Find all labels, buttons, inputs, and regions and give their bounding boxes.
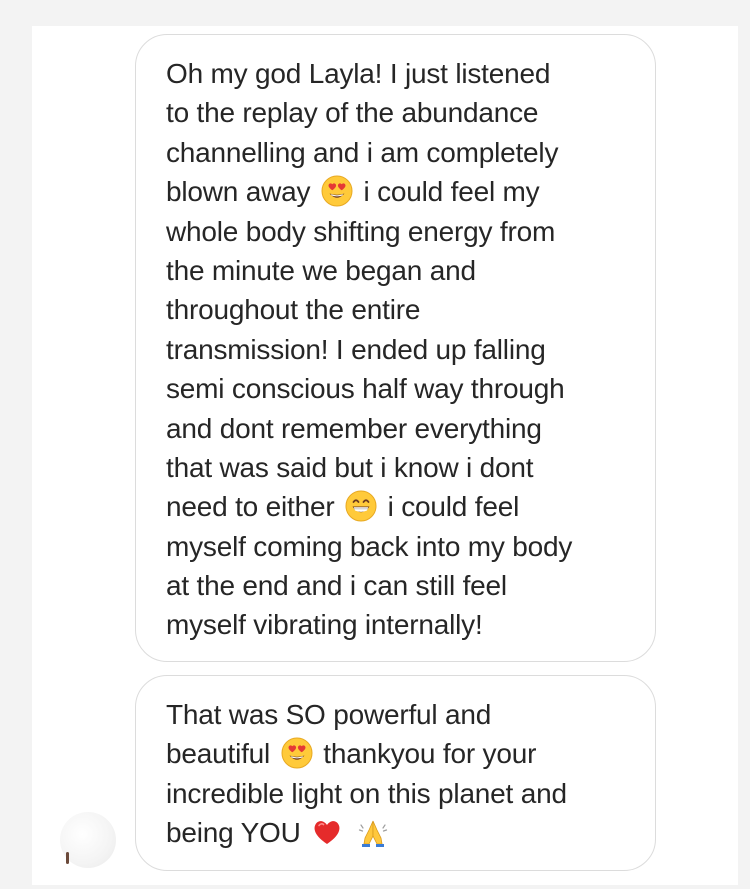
message-line-with-emoji: beautiful thankyou for your: [166, 734, 655, 773]
grinning-emoji-icon: [345, 490, 377, 522]
message-line-with-emoji: need to either i could feel: [166, 487, 655, 526]
message-text: i could feel: [387, 491, 520, 523]
message-line: That was SO powerful and: [166, 699, 492, 730]
message-line: whole body shifting energy from: [166, 215, 556, 247]
heart-eyes-emoji-icon: [321, 175, 353, 207]
message-line: myself vibrating internally!: [166, 609, 483, 641]
message-line: incredible light on this planet and: [166, 777, 567, 809]
message-line: semi conscious half way through: [166, 373, 565, 405]
message-line-with-emoji: blown away i could feel my: [166, 172, 655, 211]
message-line: transmission! I ended up falling: [166, 333, 546, 365]
message-line: at the end and i can still feel: [166, 570, 507, 602]
message-line: to the replay of the abundance: [166, 97, 539, 129]
folded-hands-emoji-icon: [358, 821, 387, 848]
heart-eyes-emoji-icon: [281, 737, 313, 769]
message-line: throughout the entire: [166, 294, 421, 326]
message-line: myself coming back into my body: [166, 530, 573, 562]
message-line: the minute we began and: [166, 254, 476, 286]
message-text: i could feel my: [363, 176, 540, 208]
message-text: beautiful: [166, 738, 271, 770]
message-line: and dont remember everything: [166, 412, 542, 444]
message-line: that was said but i know i dont: [166, 451, 534, 483]
message-line: channelling and i am completely: [166, 136, 559, 168]
message-line-with-emoji: being YOU: [166, 813, 655, 852]
message-text: thankyou for your: [323, 738, 537, 770]
message-bubble-1[interactable]: Oh my god Layla! I just listened to the …: [135, 34, 656, 662]
message-bubble-2[interactable]: That was SO powerful and beautiful thank…: [135, 675, 656, 871]
message-text: being YOU: [166, 817, 301, 849]
message-line: Oh my god Layla! I just listened: [166, 58, 551, 89]
avatar-detail: [66, 852, 69, 864]
message-text: need to either: [166, 491, 335, 523]
message-text: blown away: [166, 176, 311, 208]
red-heart-emoji-icon: [314, 821, 340, 845]
